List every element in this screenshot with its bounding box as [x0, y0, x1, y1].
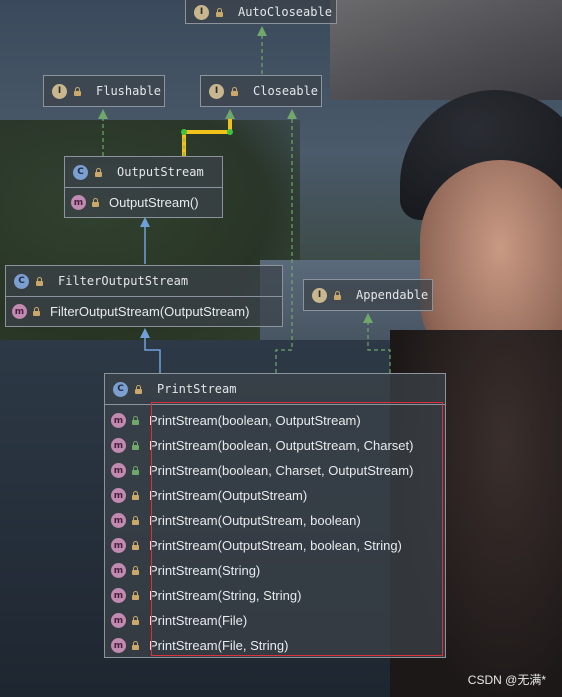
edge-printstream-filteroutputstream — [144, 335, 161, 373]
member-row[interactable]: m FilterOutputStream(OutputStream) — [6, 296, 282, 326]
public-lock-icon — [215, 7, 224, 17]
node-filteroutputstream[interactable]: C FilterOutputStream m FilterOutputStrea… — [5, 265, 283, 327]
method-icon: m — [111, 413, 126, 428]
method-icon: m — [111, 438, 126, 453]
arrow-filteroutputstream — [140, 328, 150, 338]
edge-printstream-appendable — [367, 320, 391, 373]
node-title: Appendable — [356, 288, 429, 302]
public-lock-icon — [333, 290, 342, 300]
private-lock-icon — [131, 466, 140, 475]
interface-icon: I — [312, 287, 327, 303]
arrow-appendable — [363, 313, 373, 323]
node-closeable[interactable]: I Closeable — [200, 75, 322, 107]
public-lock-icon — [131, 516, 140, 525]
arrow-closeable-2 — [287, 109, 297, 119]
public-lock-icon — [32, 307, 41, 316]
method-icon: m — [111, 638, 126, 653]
edge-handle-1 — [181, 129, 187, 135]
node-title: PrintStream — [157, 382, 237, 396]
method-icon: m — [111, 563, 126, 578]
public-lock-icon — [94, 167, 103, 177]
public-lock-icon — [131, 541, 140, 550]
watermark: CSDN @无满* — [467, 673, 546, 687]
interface-icon: I — [194, 4, 209, 20]
public-lock-icon — [35, 276, 44, 286]
highlight-box — [151, 402, 443, 656]
node-title: FilterOutputStream — [58, 274, 189, 288]
node-title: OutputStream — [117, 165, 204, 179]
method-icon: m — [111, 588, 126, 603]
method-icon: m — [12, 304, 27, 319]
method-icon: m — [71, 195, 86, 210]
node-appendable[interactable]: I Appendable — [303, 279, 433, 311]
method-icon: m — [111, 463, 126, 478]
edge-handle-2 — [227, 129, 233, 135]
public-lock-icon — [230, 86, 239, 96]
public-lock-icon — [91, 198, 100, 207]
node-autocloseable[interactable]: I AutoCloseable — [185, 0, 337, 24]
public-lock-icon — [131, 616, 140, 625]
node-title: Flushable — [96, 84, 162, 98]
public-lock-icon — [131, 566, 140, 575]
arrow-closeable — [225, 109, 235, 119]
method-icon: m — [111, 538, 126, 553]
public-lock-icon — [73, 86, 82, 96]
method-icon: m — [111, 488, 126, 503]
public-lock-icon — [131, 591, 140, 600]
arrow-autocloseable — [257, 26, 267, 36]
class-icon: C — [73, 164, 88, 180]
arrow-flushable — [98, 109, 108, 119]
node-title: Closeable — [253, 84, 319, 98]
method-icon: m — [111, 513, 126, 528]
method-icon: m — [111, 613, 126, 628]
node-flushable[interactable]: I Flushable — [43, 75, 165, 107]
member-label: OutputStream() — [109, 195, 199, 210]
interface-icon: I — [52, 83, 67, 99]
arrow-outputstream — [140, 217, 150, 227]
class-icon: C — [113, 381, 128, 397]
member-row[interactable]: m OutputStream() — [65, 187, 222, 217]
edge-printstream-closeable — [275, 116, 293, 373]
public-lock-icon — [131, 641, 140, 650]
member-label: FilterOutputStream(OutputStream) — [50, 304, 250, 319]
private-lock-icon — [131, 441, 140, 450]
node-outputstream[interactable]: C OutputStream m OutputStream() — [64, 156, 223, 218]
interface-icon: I — [209, 83, 224, 99]
edge-outputstream-closeable — [182, 116, 232, 156]
node-title: AutoCloseable — [238, 5, 332, 19]
public-lock-icon — [131, 491, 140, 500]
private-lock-icon — [131, 416, 140, 425]
class-icon: C — [14, 273, 29, 289]
public-lock-icon — [134, 384, 143, 394]
